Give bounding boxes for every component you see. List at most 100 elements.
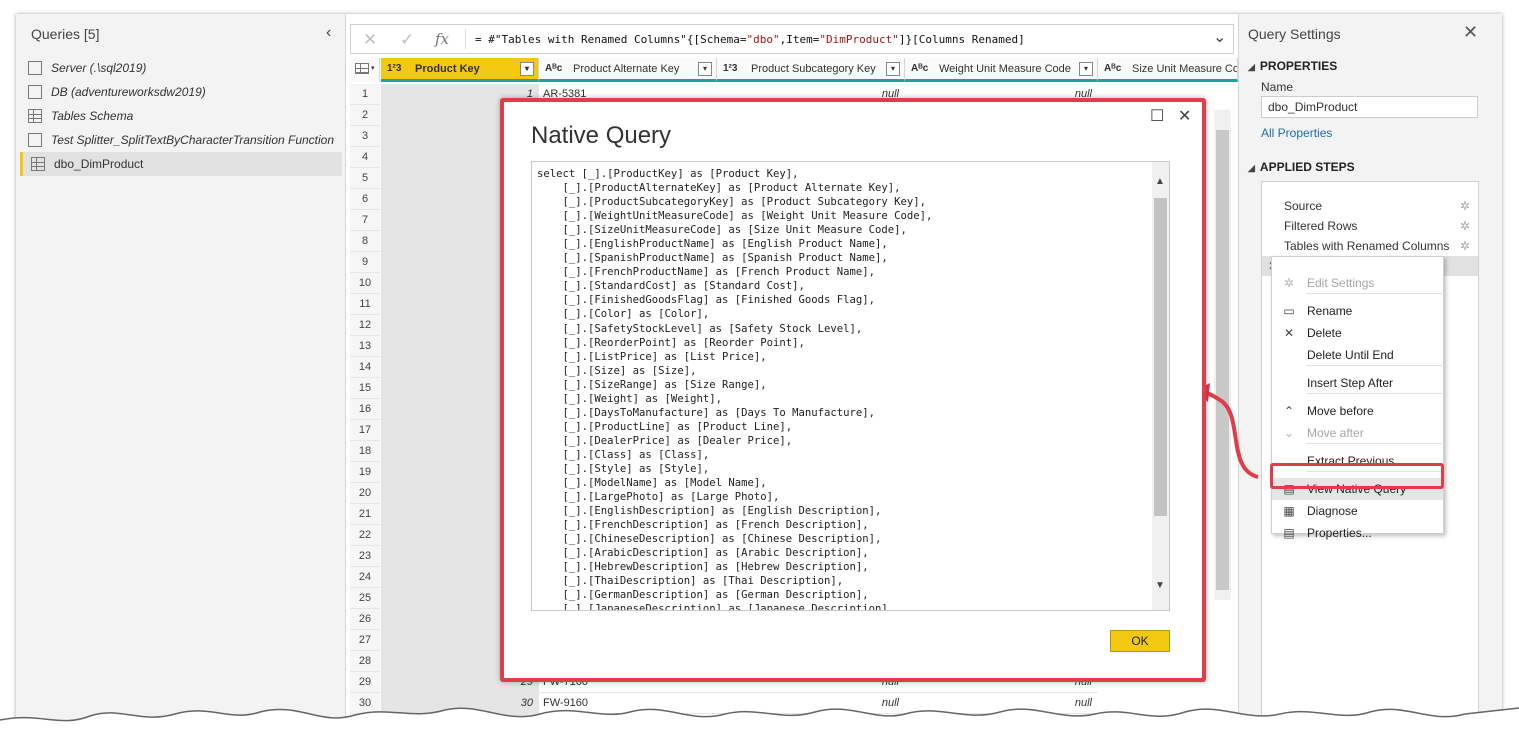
step-context-menu: ✲ Edit Settings ▭ Rename ✕ Delete Delete Until…: [1271, 256, 1444, 540]
column-type-icon[interactable]: Aᴮc: [545, 58, 562, 79]
power-query-editor-window: Queries [5] ‹ Server (.\sql2019) DB (adve…: [16, 14, 1502, 730]
column-filter-dropdown-icon[interactable]: ▾: [1079, 62, 1093, 76]
fx-icon[interactable]: fx: [435, 30, 449, 48]
query-item[interactable]: Tables Schema: [20, 104, 342, 128]
column-header[interactable]: Aᴮc Size Unit Measure Co: [1098, 58, 1238, 82]
query-vertical-scrollbar[interactable]: ▲ ▼: [1152, 162, 1169, 610]
menu-separator: [1306, 443, 1442, 444]
row-number[interactable]: 27: [350, 630, 380, 651]
cancel-formula-icon[interactable]: ✕: [363, 30, 377, 50]
row-number[interactable]: 13: [350, 336, 380, 357]
column-type-icon[interactable]: Aᴮc: [1104, 58, 1121, 79]
query-line: [_].[SizeUnitMeasureCode] as [Size Unit …: [537, 224, 907, 237]
query-item-label: Test Splitter_SplitTextByCharacterTransi…: [51, 133, 335, 147]
row-number[interactable]: 2: [350, 105, 380, 126]
server-params-icon: [28, 61, 42, 75]
row-number[interactable]: 22: [350, 525, 380, 546]
applied-step-label: Source: [1284, 199, 1323, 213]
all-properties-link[interactable]: All Properties: [1261, 126, 1332, 140]
column-header[interactable]: Aᴮc Product Alternate Key ▾: [539, 58, 717, 82]
query-item[interactable]: Test Splitter_SplitTextByCharacterTransi…: [20, 128, 342, 152]
query-line: [_].[ProductSubcategoryKey] as [Product …: [537, 196, 927, 209]
formula-bar[interactable]: ✕ ✓ fx = #"Tables with Renamed Columns"{…: [350, 24, 1234, 54]
grid-scroll-thumb[interactable]: [1216, 130, 1229, 590]
row-number[interactable]: 28: [350, 651, 380, 672]
column-header[interactable]: 1²3 Product Subcategory Key ▾: [717, 58, 905, 82]
query-line: [_].[LargePhoto] as [Large Photo],: [537, 491, 780, 504]
native-query-textbox[interactable]: select [_].[ProductKey] as [Product Key]…: [531, 161, 1170, 611]
menu-item-label: Diagnose: [1307, 504, 1358, 518]
row-number[interactable]: 3: [350, 126, 380, 147]
row-number[interactable]: 24: [350, 567, 380, 588]
query-item[interactable]: dbo_DimProduct: [20, 152, 342, 176]
row-number[interactable]: 10: [350, 273, 380, 294]
scroll-down-icon[interactable]: ▼: [1155, 580, 1165, 591]
row-number[interactable]: 11: [350, 294, 380, 315]
row-number[interactable]: 26: [350, 609, 380, 630]
row-number[interactable]: 17: [350, 420, 380, 441]
column-header[interactable]: 1²3 Product Key ▾: [381, 58, 539, 82]
menu-item[interactable]: Insert Step After: [1272, 372, 1443, 394]
row-number[interactable]: 15: [350, 378, 380, 399]
native-query-dialog: Native Query ☐ ✕ select [_].[ProductKey]…: [500, 98, 1206, 682]
query-item[interactable]: DB (adventureworksdw2019): [20, 80, 342, 104]
menu-item[interactable]: ▤ Properties...: [1272, 522, 1443, 544]
scroll-up-icon[interactable]: ▲: [1155, 176, 1165, 187]
applied-step[interactable]: Filtered Rows ✲: [1262, 216, 1478, 236]
row-number[interactable]: 20: [350, 483, 380, 504]
row-number[interactable]: 25: [350, 588, 380, 609]
step-settings-gear-icon[interactable]: ✲: [1460, 216, 1470, 236]
query-item[interactable]: Server (.\sql2019): [20, 56, 342, 80]
grid-vertical-scrollbar[interactable]: [1214, 110, 1231, 600]
commit-formula-icon[interactable]: ✓: [400, 30, 414, 50]
ok-button[interactable]: OK: [1110, 630, 1170, 652]
query-line: [_].[SizeRange] as [Size Range],: [537, 378, 767, 391]
row-number[interactable]: 12: [350, 315, 380, 336]
row-number[interactable]: 21: [350, 504, 380, 525]
column-filter-dropdown-icon[interactable]: ▾: [698, 62, 712, 76]
row-number[interactable]: 7: [350, 210, 380, 231]
query-line: [_].[SafetyStockLevel] as [Safety Stock …: [537, 322, 863, 335]
row-number[interactable]: 6: [350, 189, 380, 210]
close-settings-icon[interactable]: ✕: [1463, 22, 1478, 43]
column-header[interactable]: Aᴮc Weight Unit Measure Code ▾: [905, 58, 1098, 82]
expand-formula-icon[interactable]: ⌄: [1213, 27, 1226, 47]
row-number[interactable]: 18: [350, 441, 380, 462]
table-menu-icon[interactable]: ▾: [350, 58, 380, 82]
row-number[interactable]: 8: [350, 231, 380, 252]
formula-text[interactable]: = #"Tables with Renamed Columns"{[Schema…: [475, 33, 1025, 46]
column-type-icon[interactable]: Aᴮc: [911, 58, 928, 79]
column-type-icon[interactable]: 1²3: [387, 58, 401, 79]
step-settings-gear-icon[interactable]: ✲: [1460, 236, 1470, 256]
menu-item[interactable]: ⌄ Move after: [1272, 422, 1443, 444]
row-number[interactable]: 16: [350, 399, 380, 420]
row-number[interactable]: 1: [350, 84, 380, 105]
column-type-icon[interactable]: 1²3: [723, 58, 737, 79]
close-icon[interactable]: ✕: [1178, 106, 1191, 126]
column-filter-dropdown-icon[interactable]: ▾: [886, 62, 900, 76]
collapse-queries-button[interactable]: ‹: [326, 24, 331, 42]
query-line: [_].[Style] as [Style],: [537, 462, 710, 475]
step-settings-gear-icon[interactable]: ✲: [1460, 196, 1470, 216]
query-line: [_].[GermanDescription] as [German Descr…: [537, 589, 869, 602]
row-number[interactable]: 4: [350, 147, 380, 168]
query-line: [_].[ModelName] as [Model Name],: [537, 477, 767, 490]
applied-step[interactable]: Source ✲: [1262, 196, 1478, 216]
row-number[interactable]: 19: [350, 462, 380, 483]
maximize-icon[interactable]: ☐: [1150, 106, 1164, 126]
query-line: [_].[ThaiDescription] as [Thai Descripti…: [537, 575, 844, 588]
menu-item[interactable]: ▦ Diagnose: [1272, 500, 1443, 522]
row-number[interactable]: 5: [350, 168, 380, 189]
menu-item[interactable]: ✲ Edit Settings: [1272, 272, 1443, 294]
menu-item[interactable]: ⌃ Move before: [1272, 400, 1443, 422]
row-number[interactable]: 14: [350, 357, 380, 378]
applied-step[interactable]: Tables with Renamed Columns ✲: [1262, 236, 1478, 256]
menu-item[interactable]: ✕ Delete: [1272, 322, 1443, 344]
query-name-input[interactable]: dbo_DimProduct: [1261, 96, 1478, 118]
menu-item[interactable]: ▭ Rename: [1272, 300, 1443, 322]
column-filter-dropdown-icon[interactable]: ▾: [520, 62, 534, 76]
query-scroll-thumb[interactable]: [1154, 198, 1167, 516]
row-number[interactable]: 23: [350, 546, 380, 567]
menu-item[interactable]: Delete Until End: [1272, 344, 1443, 366]
row-number[interactable]: 9: [350, 252, 380, 273]
